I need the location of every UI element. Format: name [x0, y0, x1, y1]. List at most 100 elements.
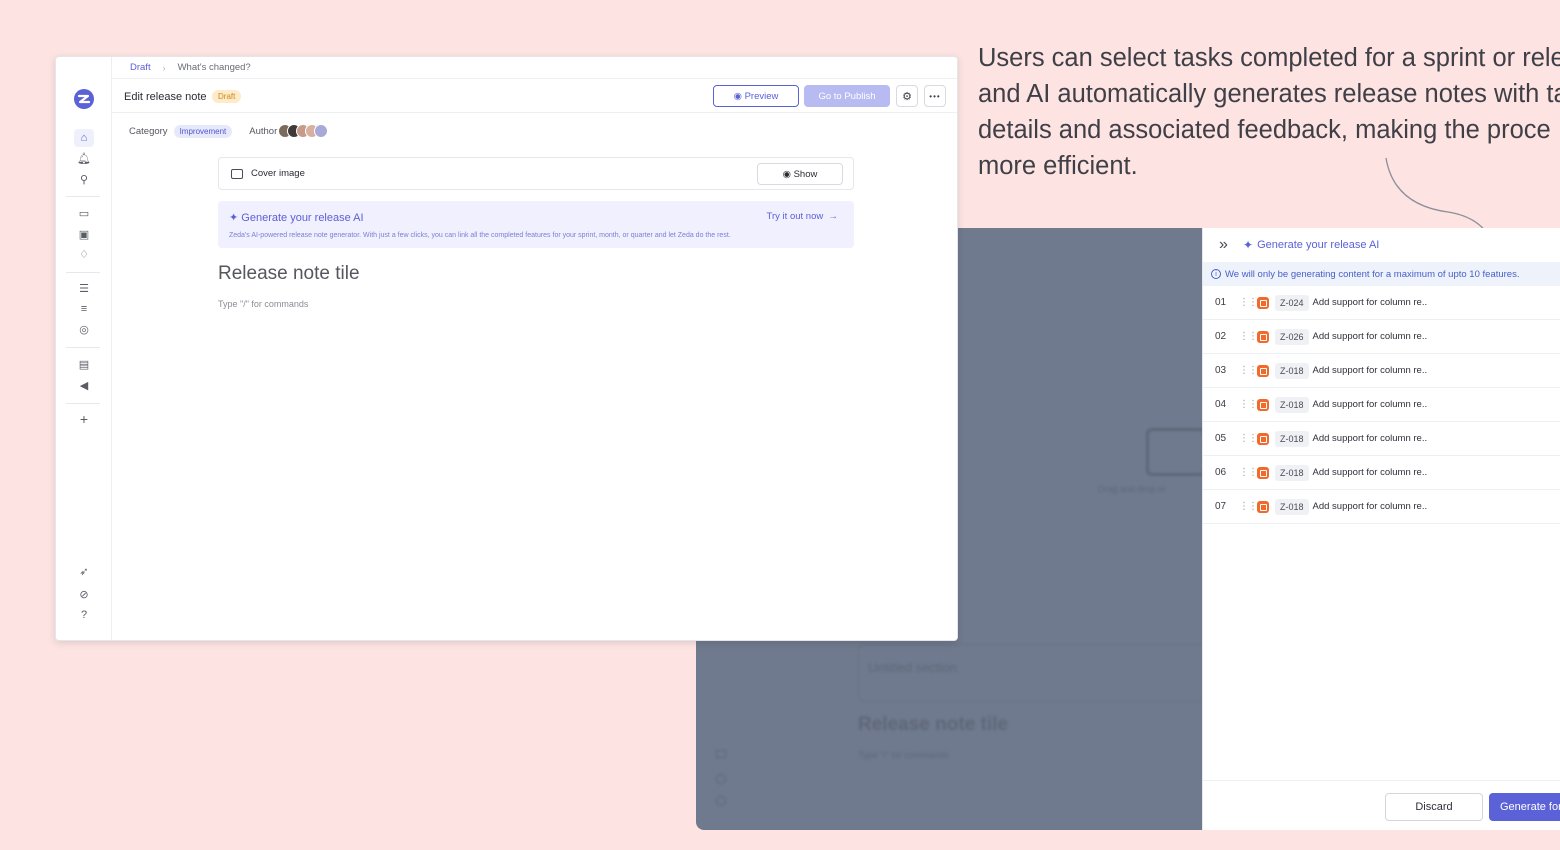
drag-handle-icon[interactable]: ⋮⋮: [1239, 331, 1258, 342]
home-icon[interactable]: ⌂: [74, 129, 94, 147]
help-icon[interactable]: ?: [74, 606, 94, 624]
help-icon: [716, 796, 726, 806]
chevron-right-icon: ›: [162, 62, 166, 73]
feature-number: 03: [1215, 365, 1227, 376]
idea-icon[interactable]: ♢: [74, 245, 94, 263]
rocket-icon: [716, 750, 726, 758]
drag-drop-text: Drag and drop or: [1098, 484, 1167, 494]
feature-row[interactable]: 06 ⋮⋮ Z-018 Add support for column re..: [1203, 456, 1560, 490]
roadmap-icon[interactable]: ≡: [74, 300, 94, 318]
search-icon[interactable]: ⚲: [74, 170, 94, 188]
discard-button[interactable]: Discard: [1385, 793, 1483, 821]
bell-icon[interactable]: 🔔︎: [74, 149, 94, 167]
feature-id: Z-026: [1275, 328, 1309, 345]
sparkle-icon: ✦: [229, 212, 239, 224]
feature-type-icon: [1257, 500, 1269, 513]
caption-line: Users can select tasks completed for a s…: [978, 44, 1560, 72]
ai-banner-title-text: Generate your release AI: [241, 212, 364, 224]
compass-icon[interactable]: ⊘: [74, 585, 94, 603]
feature-row[interactable]: 04 ⋮⋮ Z-018 Add support for column re..: [1203, 388, 1560, 422]
drag-handle-icon[interactable]: ⋮⋮: [1239, 433, 1258, 444]
eye-icon: ◉: [733, 90, 742, 102]
megaphone-icon[interactable]: ◀: [74, 376, 94, 394]
drag-handle-icon[interactable]: ⋮⋮: [1239, 399, 1258, 410]
sidebar-divider: [66, 403, 100, 404]
go-to-publish-button[interactable]: Go to Publish: [804, 85, 890, 107]
category-tag[interactable]: Improvement: [173, 124, 233, 138]
category-label: Category: [129, 125, 168, 137]
ai-banner-title: ✦ Generate your release AI: [229, 211, 364, 224]
feature-number: 05: [1215, 433, 1227, 444]
info-icon: i: [1211, 269, 1221, 279]
show-cover-button[interactable]: ◉ Show: [757, 163, 843, 185]
feature-id: Z-018: [1275, 362, 1309, 379]
feature-title: Add support for column re..: [1312, 331, 1428, 342]
author-label: Author: [249, 125, 278, 137]
release-note-title-input[interactable]: Release note tile: [218, 263, 360, 285]
caption-line: details and associated feedback, making …: [978, 116, 1551, 144]
feature-number: 07: [1215, 501, 1227, 512]
target-icon[interactable]: ◎: [74, 320, 94, 338]
breadcrumb-current: What's changed?: [177, 62, 251, 73]
editor-toolbar: Edit release note Draft ◉ Preview Go to …: [112, 80, 957, 113]
drag-handle-icon[interactable]: ⋮⋮: [1239, 297, 1258, 308]
try-it-out-link[interactable]: Try it out now →: [767, 211, 838, 222]
feature-number: 01: [1215, 297, 1227, 308]
feature-type-icon: [1257, 296, 1269, 309]
drag-handle-icon[interactable]: ⋮⋮: [1239, 501, 1258, 512]
breadcrumb-draft-link[interactable]: Draft: [130, 62, 151, 73]
command-hint[interactable]: Type "/" for commands: [218, 299, 308, 309]
collapse-panel-icon[interactable]: »: [1219, 236, 1243, 254]
sidebar-divider: [66, 347, 100, 348]
image-icon: [231, 168, 243, 179]
document-icon[interactable]: ▤: [74, 355, 94, 373]
inbox-icon[interactable]: ▭: [74, 204, 94, 222]
feature-id: Z-024: [1275, 294, 1309, 311]
status-badge: Draft: [212, 90, 242, 103]
feature-type-icon: [1257, 398, 1269, 411]
feature-title: Add support for column re..: [1312, 399, 1428, 410]
zeda-logo: [74, 89, 94, 109]
generate-ai-banner: ✦ Generate your release AI Try it out no…: [218, 201, 854, 248]
sidebar-divider: [66, 272, 100, 273]
preview-button[interactable]: ◉ Preview: [713, 85, 799, 107]
rocket-icon[interactable]: ➶: [74, 562, 94, 580]
feature-title: Add support for column re..: [1312, 501, 1428, 512]
eye-icon: ◉: [782, 168, 791, 180]
list-icon[interactable]: ☰: [74, 279, 94, 297]
feature-row[interactable]: 07 ⋮⋮ Z-018 Add support for column re..: [1203, 490, 1560, 524]
arrow-right-icon: →: [825, 211, 838, 222]
sidebar-divider: [66, 196, 100, 197]
feature-type-icon: [1257, 432, 1269, 445]
app-sidebar: ⌂ 🔔︎ ⚲ ▭ ▣ ♢ ☰ ≡ ◎ ▤ ◀ + ➶ ⊘ ?: [56, 57, 112, 640]
feature-limit-notice: i We will only be generating content for…: [1203, 262, 1560, 286]
feature-title: Add support for column re..: [1312, 297, 1428, 308]
generate-button[interactable]: Generate for: [1489, 793, 1560, 821]
avatar[interactable]: [314, 124, 329, 138]
feature-title: Add support for column re..: [1312, 433, 1428, 444]
add-icon[interactable]: +: [74, 410, 94, 428]
notice-text: We will only be generating content for a…: [1225, 268, 1520, 280]
compass-icon: [716, 774, 726, 784]
feature-row[interactable]: 03 ⋮⋮ Z-018 Add support for column re..: [1203, 354, 1560, 388]
drag-handle-icon[interactable]: ⋮⋮: [1239, 467, 1258, 478]
feature-number: 04: [1215, 399, 1227, 410]
feature-type-icon: [1257, 364, 1269, 377]
drag-handle-icon[interactable]: ⋮⋮: [1239, 365, 1258, 376]
sparkle-icon: ✦: [1243, 238, 1254, 252]
feature-title: Add support for column re..: [1312, 467, 1428, 478]
ai-panel-header: » ✦ Generate your release AI: [1203, 230, 1560, 260]
feature-type-icon: [1257, 466, 1269, 479]
feature-row[interactable]: 02 ⋮⋮ Z-026 Add support for column re..: [1203, 320, 1560, 354]
feature-row[interactable]: 01 ⋮⋮ Z-024 Add support for column re..: [1203, 286, 1560, 320]
show-label: Show: [793, 168, 818, 180]
try-it-out-text: Try it out now: [766, 211, 824, 222]
breadcrumb: Draft › What's changed?: [112, 57, 957, 79]
contacts-icon[interactable]: ▣: [74, 225, 94, 243]
author-avatars[interactable]: [278, 124, 329, 138]
feature-title: Add support for column re..: [1312, 365, 1428, 376]
gear-icon[interactable]: ⚙: [896, 85, 918, 107]
caption-line: and AI automatically generates release n…: [978, 80, 1560, 108]
feature-row[interactable]: 05 ⋮⋮ Z-018 Add support for column re..: [1203, 422, 1560, 456]
more-options-button[interactable]: •••: [924, 85, 946, 107]
